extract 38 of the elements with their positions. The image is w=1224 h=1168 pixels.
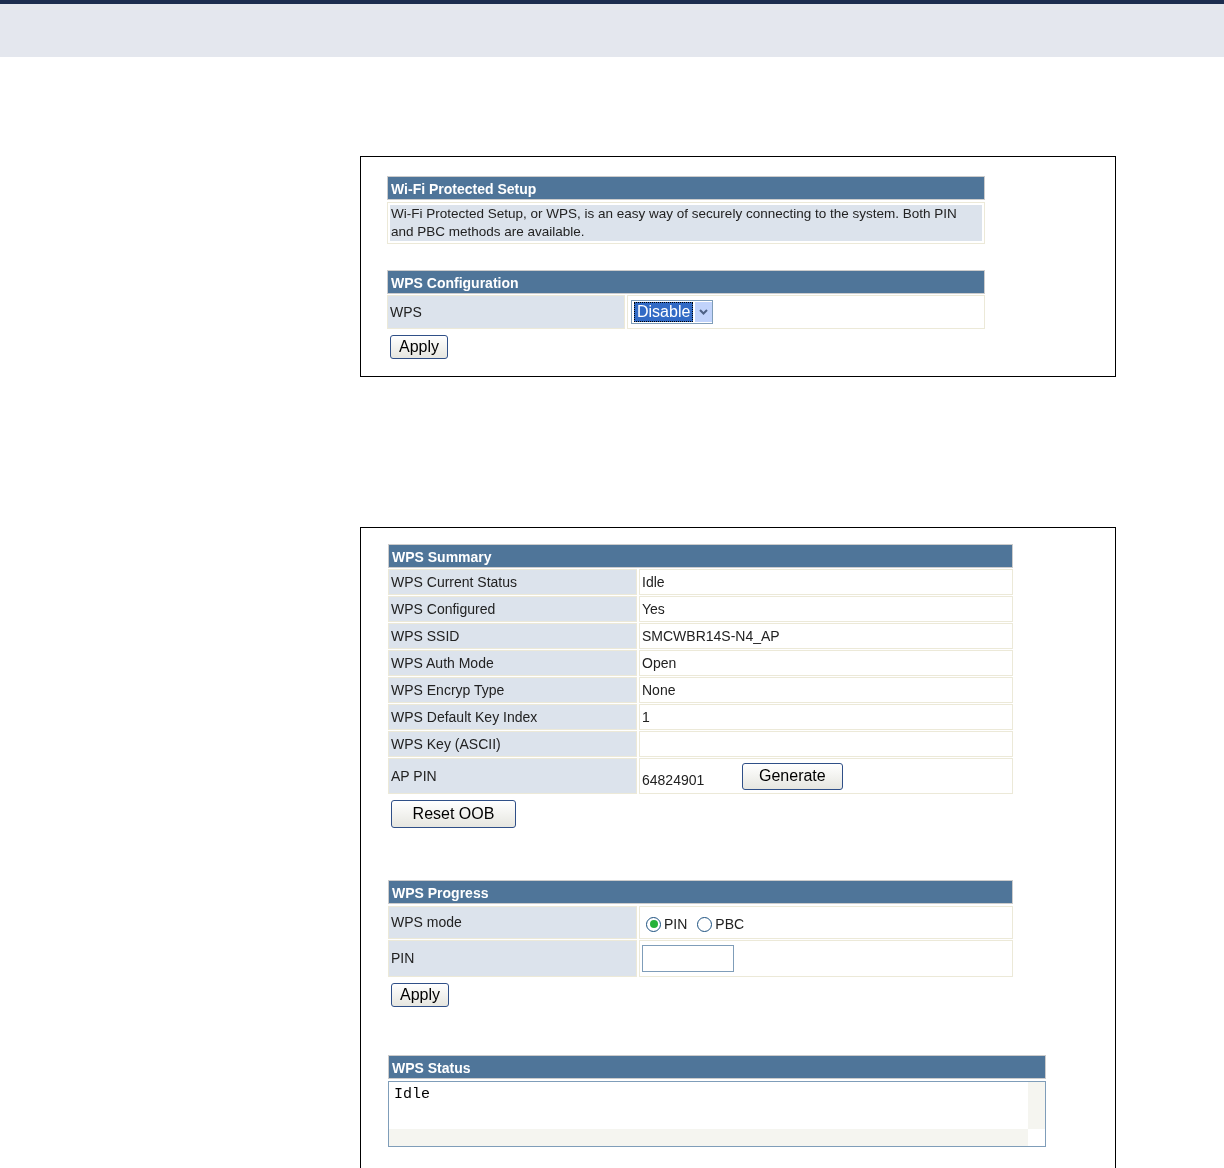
section-header: WPS Summary: [388, 544, 1013, 568]
field-label: WPS SSID: [388, 623, 637, 649]
chevron-down-icon: [695, 302, 713, 322]
radio-button[interactable]: [697, 916, 713, 932]
dropdown-value: Disable: [634, 302, 694, 322]
button[interactable]: Apply: [391, 983, 450, 1007]
radio-option[interactable]: PBC: [697, 913, 745, 935]
field-value: 1: [639, 704, 1013, 730]
status-text: Idle: [393, 1085, 431, 1105]
field-label: WPS Auth Mode: [388, 650, 637, 676]
field-value: None: [639, 677, 1013, 703]
description-text: Wi-Fi Protected Setup, or WPS, is an easy way of securely connecting to the system. Both PIN and PBC methods are available.: [390, 205, 982, 241]
field-value: SMCWBR14S-N4_AP: [639, 623, 1013, 649]
pin-input-field[interactable]: [642, 945, 734, 972]
field-label: AP PIN: [388, 758, 637, 794]
field-label: PIN: [388, 940, 637, 977]
field-value: Open: [639, 650, 1013, 676]
field-label: WPS Current Status: [388, 569, 637, 595]
button[interactable]: Generate: [742, 762, 843, 790]
field-label: WPS Configured: [388, 596, 637, 622]
field-value: Yes: [639, 596, 1013, 622]
field-label: WPS Encryp Type: [388, 677, 637, 703]
radio-button[interactable]: [646, 916, 661, 932]
section-header: WPS Status: [388, 1055, 1046, 1079]
button[interactable]: Reset OOB: [391, 800, 516, 828]
radio-option[interactable]: PIN: [646, 913, 688, 935]
wps-dropdown[interactable]: Disable: [631, 300, 714, 324]
field-value: Idle: [639, 569, 1013, 595]
vertical-scrollbar: [1028, 1082, 1045, 1129]
field-label: WPS: [387, 295, 625, 329]
button[interactable]: Apply: [390, 335, 449, 359]
field-label: WPS Default Key Index: [388, 704, 637, 730]
section-header: Wi-Fi Protected Setup: [387, 176, 985, 200]
section-header: WPS Configuration: [387, 270, 985, 294]
section-header: WPS Progress: [388, 880, 1013, 904]
field-label: WPS Key (ASCII): [388, 731, 637, 757]
field-label: WPS mode: [388, 906, 637, 939]
field-value: 64824901: [642, 770, 706, 790]
